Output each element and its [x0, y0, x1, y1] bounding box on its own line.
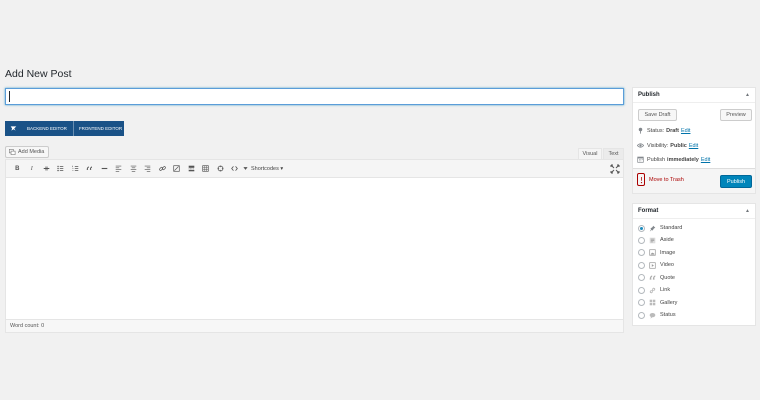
move-to-trash-link[interactable]: Move to Trash — [637, 173, 684, 186]
format-option-standard[interactable]: Standard — [638, 224, 682, 232]
italic-icon[interactable]: I — [25, 162, 40, 176]
schedule-row: Publish immediately Edit — [637, 156, 710, 163]
publish-box-title: Publish — [638, 92, 660, 98]
speech-bubble-icon — [648, 311, 656, 319]
text-caret — [9, 91, 10, 102]
content-editor[interactable]: B I Shortcodes ▾ Word count: 0 — [5, 159, 624, 333]
edit-status-link[interactable]: Edit — [681, 128, 690, 134]
quote-icon — [648, 274, 656, 282]
format-option-gallery[interactable]: Gallery — [638, 299, 677, 307]
align-left-icon[interactable] — [112, 162, 127, 176]
preview-button[interactable]: Preview — [720, 109, 752, 121]
trash-icon — [637, 173, 645, 186]
aside-icon — [648, 236, 656, 244]
format-option-video[interactable]: Video — [638, 261, 674, 269]
media-icon — [9, 149, 16, 155]
post-title-input[interactable] — [5, 88, 624, 105]
video-icon — [648, 261, 656, 269]
gallery-icon — [648, 299, 656, 307]
strikethrough-icon[interactable] — [39, 162, 54, 176]
radio-button[interactable] — [638, 286, 645, 294]
read-more-icon[interactable] — [184, 162, 199, 176]
status-row: Status: Draft Edit — [637, 127, 690, 134]
page-title: Add New Post — [5, 68, 72, 80]
radio-button[interactable] — [638, 299, 645, 306]
backend-editor-button[interactable]: BACKEND EDITOR — [22, 121, 74, 136]
radio-button[interactable] — [638, 249, 645, 256]
image-icon — [648, 249, 656, 257]
bold-icon[interactable]: B — [10, 162, 25, 176]
format-option-image[interactable]: Image — [638, 249, 675, 257]
schedule-value: immediately — [667, 156, 699, 163]
radio-button[interactable] — [638, 236, 645, 244]
radio-button[interactable] — [638, 311, 645, 319]
format-option-link[interactable]: Link — [638, 286, 670, 294]
chevron-down-icon[interactable] — [242, 162, 249, 176]
eye-icon — [637, 143, 644, 148]
pin-icon — [648, 224, 656, 232]
tab-visual[interactable]: Visual — [578, 148, 602, 159]
fullscreen-icon[interactable] — [610, 164, 620, 174]
radio-button[interactable] — [638, 224, 645, 232]
collapse-arrow-icon[interactable]: ▲ — [745, 92, 750, 98]
edit-visibility-link[interactable]: Edit — [689, 143, 698, 149]
publish-box: Publish ▲ Save Draft Preview Status: Dra… — [632, 87, 756, 194]
publish-actions: Move to Trash Publish — [633, 168, 755, 193]
visibility-value: Public — [670, 142, 687, 149]
builder-logo-icon — [5, 121, 22, 136]
format-option-quote[interactable]: Quote — [638, 274, 675, 282]
numbered-list-icon[interactable] — [68, 162, 83, 176]
save-draft-button[interactable]: Save Draft — [638, 109, 677, 121]
code-icon[interactable] — [228, 162, 243, 176]
collapse-arrow-icon[interactable]: ▲ — [745, 208, 750, 214]
frontend-editor-button[interactable]: FRONTEND EDITOR — [74, 126, 122, 131]
format-box-header[interactable]: Format ▲ — [633, 204, 755, 219]
format-box: Format ▲ Standard Aside Image Video Quot… — [632, 203, 756, 326]
publish-box-header[interactable]: Publish ▲ — [633, 88, 755, 103]
bullet-list-icon[interactable] — [54, 162, 69, 176]
calendar-icon — [637, 156, 644, 163]
blockquote-icon[interactable] — [83, 162, 98, 176]
insert-link-icon[interactable] — [155, 162, 170, 176]
radio-button[interactable] — [638, 261, 645, 269]
align-center-icon[interactable] — [126, 162, 141, 176]
format-option-status[interactable]: Status — [638, 311, 676, 319]
edit-schedule-link[interactable]: Edit — [701, 157, 710, 163]
editor-toolbar: B I Shortcodes ▾ — [6, 160, 623, 178]
pin-icon — [638, 127, 643, 134]
format-box-title: Format — [638, 208, 659, 214]
word-count: Word count: 0 — [6, 319, 623, 332]
table-icon[interactable] — [199, 162, 214, 176]
publish-button[interactable]: Publish — [720, 175, 752, 188]
format-option-aside[interactable]: Aside — [638, 236, 674, 244]
radio-button[interactable] — [638, 274, 645, 281]
vc-icon[interactable] — [213, 162, 228, 176]
status-value: Draft — [666, 127, 679, 134]
horizontal-rule-icon[interactable] — [97, 162, 112, 176]
shortcodes-dropdown[interactable]: Shortcodes ▾ — [251, 166, 283, 172]
link-icon — [648, 286, 656, 294]
visibility-row: Visibility: Public Edit — [637, 142, 698, 149]
remove-link-icon[interactable] — [170, 162, 185, 176]
add-media-button[interactable]: Add Media — [5, 146, 50, 158]
page-builder-switch[interactable]: BACKEND EDITOR FRONTEND EDITOR — [5, 121, 124, 136]
align-right-icon[interactable] — [141, 162, 156, 176]
add-media-label: Add Media — [18, 149, 45, 155]
tab-text[interactable]: Text — [603, 148, 624, 159]
